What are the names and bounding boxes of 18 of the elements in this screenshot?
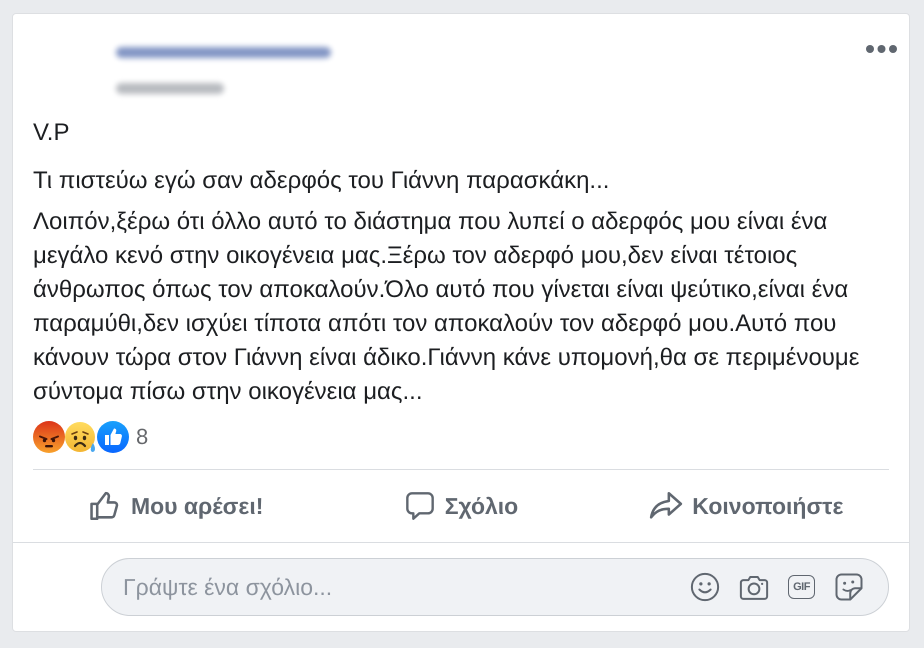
crying-emoji-icon <box>65 421 97 453</box>
gif-button[interactable]: GIF <box>788 575 815 599</box>
post-body-text: Λοιπόν,ξέρω ότι όλλο αυτό το διάστημα που λυπεί ο αδερφός μου είναι ένα μεγάλο κενό στην οικογένεια μας.Ξέρω τον αδερφό μου,δεν είναι τέτοιος άνθρωπος όπως τον αποκαλούν.Όλο αυτό που γίνεται είναι ψεύτικο,είναι ένα παραμύθι,δεν ισχύει τίποτα απότι τον αποκαλούν τον αδερφό μου.Αυτό που κάνουν τώρα στον Γιάννη είναι άδικο.Γιάννη κάνε υπομονή,θα σε περιμένουμε σύντομα πίσω στην οικογένεια μας... <box>33 207 860 407</box>
sticker-icon[interactable] <box>834 572 864 602</box>
smiley-icon[interactable] <box>690 572 720 602</box>
share-button[interactable]: Κοινοποιήστε <box>643 487 850 525</box>
speech-bubble-icon <box>404 490 436 522</box>
thumbs-up-icon <box>97 421 129 453</box>
angry-emoji-icon <box>33 421 65 453</box>
post-subtitle: Τι πιστεύω εγώ σαν αδερφός του Γιάννη παρασκάκη... <box>33 166 610 196</box>
share-arrow-icon <box>649 491 684 521</box>
reaction-count[interactable]: 8 <box>136 424 148 450</box>
comment-button[interactable]: Σχόλιο <box>398 486 524 526</box>
camera-icon[interactable] <box>739 573 769 601</box>
post-title: V.P <box>33 118 70 148</box>
comment-field[interactable]: Γράψτε ένα σχόλιο... GIF <box>101 558 889 616</box>
like-button[interactable]: Μου αρέσει! <box>82 485 270 527</box>
more-options-icon[interactable] <box>866 45 897 53</box>
